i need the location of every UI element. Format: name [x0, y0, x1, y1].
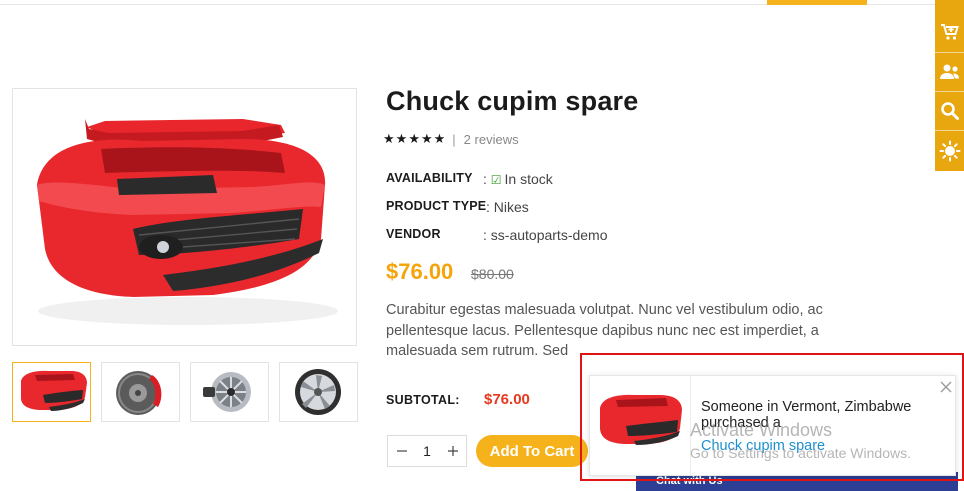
- product-rating: ★ ★ ★ ★ ★ | 2 reviews: [383, 131, 519, 147]
- product-description: Curabitur egestas malesuada volutpat. Nu…: [386, 302, 823, 359]
- plus-icon: [447, 446, 458, 456]
- check-square-icon: ☑: [490, 173, 502, 187]
- cart-add-button[interactable]: [935, 13, 964, 51]
- thumbnail-alternator[interactable]: [190, 362, 269, 422]
- floating-toolbar: [935, 0, 964, 171]
- search-icon: [940, 102, 959, 120]
- rating-divider: |: [452, 131, 456, 147]
- brake-disc-thumbnail: [116, 371, 162, 415]
- os-watermark-title: Activate Windows: [690, 420, 833, 440]
- alloy-wheel-thumbnail: [295, 369, 341, 415]
- popup-product-image[interactable]: [590, 376, 691, 475]
- toolbar-divider: [935, 130, 964, 131]
- availability-value: : ☑ In stock: [483, 171, 553, 187]
- product-main-image[interactable]: [12, 88, 357, 346]
- add-to-cart-button[interactable]: Add To Cart: [476, 435, 588, 467]
- bumper-thumbnail: [600, 394, 682, 445]
- availability-separator: :: [483, 171, 487, 187]
- increase-quantity-button[interactable]: [439, 436, 466, 466]
- star-icon: ★: [433, 131, 446, 146]
- users-icon: [939, 64, 959, 79]
- search-button[interactable]: [935, 92, 964, 130]
- account-button[interactable]: [935, 53, 964, 91]
- theme-toggle-button[interactable]: [935, 132, 964, 170]
- close-icon: [940, 381, 952, 393]
- popup-close-button[interactable]: [939, 380, 953, 394]
- compare-at-price: $80.00: [471, 266, 514, 282]
- star-icon: ★: [395, 131, 408, 146]
- thumbnail-bumper[interactable]: [12, 362, 91, 422]
- star-icon: ★: [383, 131, 395, 146]
- current-price: $76.00: [386, 259, 454, 284]
- thumbnail-wheel[interactable]: [279, 362, 358, 422]
- bumper-thumbnail: [21, 370, 87, 411]
- thumbnail-brake-disc[interactable]: [101, 362, 180, 422]
- star-icon: ★: [408, 131, 420, 146]
- quantity-input[interactable]: [415, 436, 439, 466]
- header-active-indicator: [767, 0, 867, 5]
- vendor-label: VENDOR: [386, 227, 441, 241]
- subtotal-value: $76.00: [484, 391, 530, 408]
- reviews-link[interactable]: 2 reviews: [464, 132, 519, 147]
- os-watermark-subtitle: Go to Settings to activate Windows.: [690, 445, 911, 461]
- bumper-image: [37, 119, 338, 325]
- star-icon: ★: [420, 131, 433, 146]
- vendor-value: : ss-autoparts-demo: [483, 227, 608, 243]
- cart-add-icon: [940, 24, 959, 40]
- minus-icon: [396, 450, 407, 452]
- subtotal-label: SUBTOTAL:: [386, 393, 460, 407]
- rating-stars: ★ ★ ★ ★ ★: [383, 131, 445, 147]
- brightness-icon: [939, 140, 960, 162]
- decrease-quantity-button[interactable]: [388, 436, 415, 466]
- product-type-value: : Nikes: [486, 199, 529, 215]
- product-title: Chuck cupim spare: [386, 86, 639, 116]
- product-type-label: PRODUCT TYPE: [386, 199, 487, 213]
- alternator-thumbnail: [203, 372, 251, 412]
- stock-status: In stock: [504, 171, 553, 187]
- availability-label: AVAILABILITY: [386, 171, 473, 185]
- quantity-stepper: [387, 435, 467, 467]
